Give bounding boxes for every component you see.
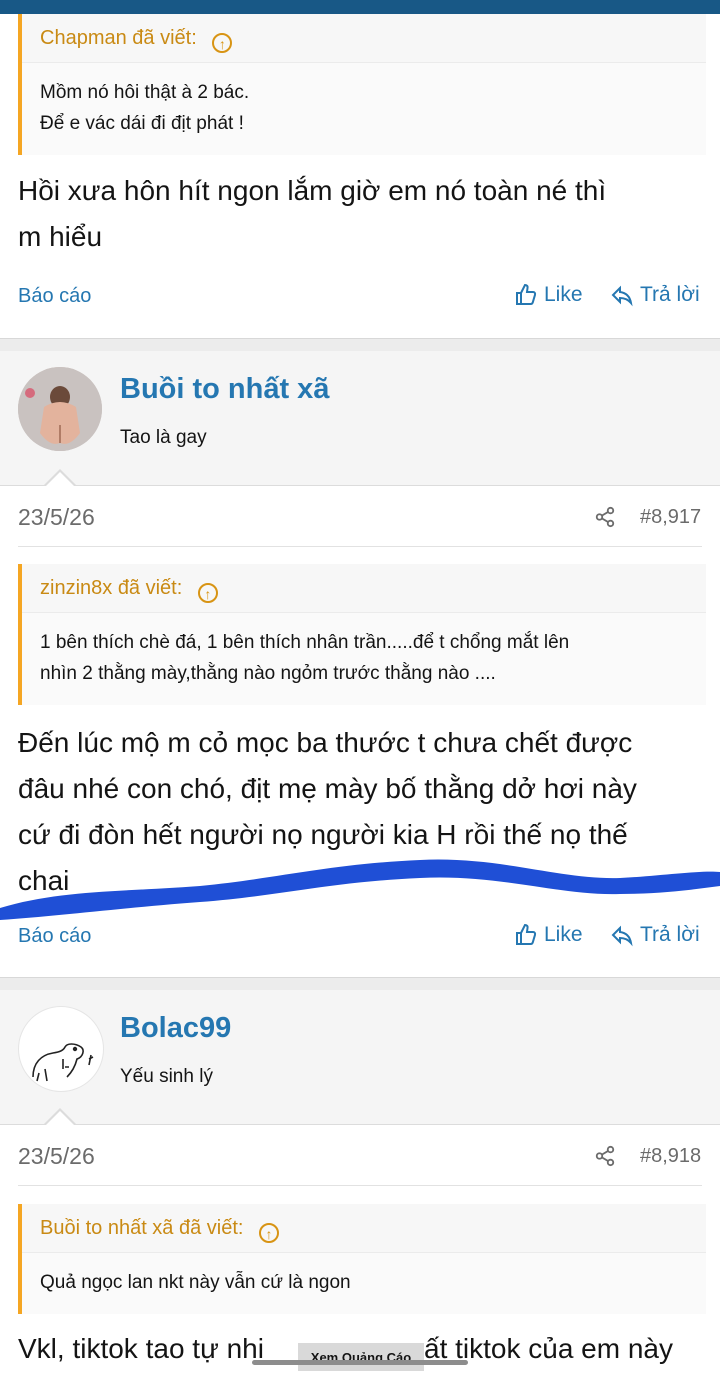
avatar[interactable]: [18, 1006, 104, 1092]
quote-content: Quả ngọc lan nkt này vẫn cứ là ngon: [22, 1253, 706, 1314]
quote-content: Mồm nó hôi thật à 2 bác. Để e vác dái đi…: [22, 63, 706, 155]
quote-author[interactable]: Chapman đã viết:: [40, 27, 197, 49]
like-button[interactable]: Like: [514, 923, 583, 947]
reply-icon: [611, 925, 633, 947]
avatar[interactable]: [18, 367, 102, 451]
home-indicator[interactable]: [252, 1360, 468, 1365]
username-link[interactable]: Bolac99: [120, 1012, 231, 1045]
quote-header[interactable]: zinzin8x đã viết: ↑: [22, 564, 706, 613]
view-ad-button[interactable]: Xem Quảng Cáo: [298, 1343, 424, 1371]
post-number[interactable]: #8,918: [640, 1145, 701, 1168]
share-icon[interactable]: [594, 506, 616, 533]
avatar-image: [18, 367, 102, 451]
user-title: Yếu sinh lý: [120, 1066, 213, 1087]
divider: [18, 546, 702, 547]
reply-button[interactable]: Trả lời: [610, 923, 700, 947]
post-line: Đến lúc mộ m cỏ mọc ba thước t chưa chết…: [18, 727, 633, 758]
post-date[interactable]: 23/5/26: [18, 504, 95, 531]
quote-line: Quả ngọc lan nkt này vẫn cứ là ngon: [40, 1272, 351, 1293]
quote-line: nhìn 2 thằng mày,thằng nào ngỏm trước th…: [40, 663, 496, 684]
quote-block: Chapman đã viết: ↑ Mồm nó hôi thật à 2 b…: [18, 14, 706, 155]
post-line: Vkl, tiktok tao tự nhi: [18, 1333, 264, 1364]
caret: [46, 1111, 74, 1125]
reply-button[interactable]: Trả lời: [610, 283, 700, 307]
post-actions: Báo cáo Like Trả lời: [0, 277, 720, 317]
like-button[interactable]: Like: [514, 283, 583, 307]
quote-header[interactable]: Buồi to nhất xã đã viết: ↑: [22, 1204, 706, 1253]
divider: [18, 1185, 702, 1186]
quote-line: Mồm nó hôi thật à 2 bác.: [40, 82, 250, 103]
post-meta: 23/5/26 #8,918: [0, 1131, 720, 1191]
avatar-image: [32, 1043, 94, 1082]
reply-label: Trả lời: [640, 923, 700, 946]
post-date[interactable]: 23/5/26: [18, 1143, 95, 1170]
caret: [46, 472, 74, 486]
like-label: Like: [544, 283, 583, 306]
thumbs-up-icon: [516, 923, 537, 945]
post-meta: 23/5/26 #8,917: [0, 492, 720, 552]
report-link[interactable]: Báo cáo: [18, 285, 91, 308]
post-number[interactable]: #8,917: [640, 506, 701, 529]
top-app-bar: [0, 0, 720, 14]
quote-line: 1 bên thích chè đá, 1 bên thích nhân trầ…: [40, 632, 570, 653]
quote-content: 1 bên thích chè đá, 1 bên thích nhân trầ…: [22, 613, 706, 705]
arrow-up-circle-icon[interactable]: ↑: [259, 1223, 280, 1243]
quote-block: zinzin8x đã viết: ↑ 1 bên thích chè đá, …: [18, 564, 706, 705]
post-separator: [0, 338, 720, 352]
reply-label: Trả lời: [640, 283, 700, 306]
share-icon[interactable]: [594, 1145, 616, 1172]
quote-header[interactable]: Chapman đã viết: ↑: [22, 14, 706, 63]
arrow-up-circle-icon[interactable]: ↑: [212, 33, 233, 53]
post-line: m hiểu: [18, 221, 103, 252]
username-link[interactable]: Buồi to nhất xã: [120, 373, 329, 406]
user-header: Buồi to nhất xã Tao là gay: [0, 351, 720, 486]
thumbs-up-icon: [516, 283, 537, 305]
post-separator: [0, 977, 720, 991]
like-label: Like: [544, 923, 583, 946]
user-header: Bolac99 Yếu sinh lý: [0, 990, 720, 1125]
user-title: Tao là gay: [120, 427, 207, 448]
post-line: đâu nhé con chó, địt mẹ mày bố thằng dở …: [18, 773, 637, 804]
quote-line: Để e vác dái đi địt phát !: [40, 113, 244, 134]
post-message: Hồi xưa hôn hít ngon lắm giờ em nó toàn …: [18, 168, 708, 260]
reply-icon: [611, 285, 633, 307]
quote-author[interactable]: Buồi to nhất xã đã viết:: [40, 1217, 243, 1239]
post-line: Hồi xưa hôn hít ngon lắm giờ em nó toàn …: [18, 175, 607, 206]
arrow-up-circle-icon[interactable]: ↑: [197, 583, 218, 603]
report-link[interactable]: Báo cáo: [18, 925, 91, 948]
quote-author[interactable]: zinzin8x đã viết:: [40, 577, 182, 599]
post-line: ất tiktok của em này: [424, 1333, 674, 1364]
quote-block: Buồi to nhất xã đã viết: ↑ Quả ngọc lan …: [18, 1204, 706, 1314]
post-actions: Báo cáo Like Trả lời: [0, 917, 720, 957]
